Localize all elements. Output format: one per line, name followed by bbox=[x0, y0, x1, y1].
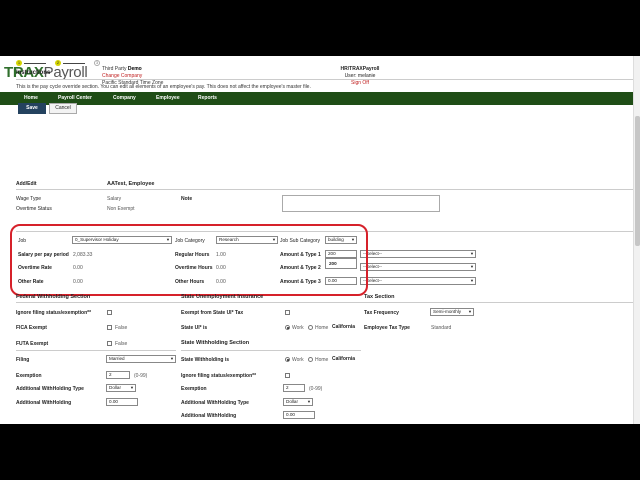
page-scrollbar[interactable] bbox=[633, 56, 640, 424]
futa-label: FUTA Exempt bbox=[16, 341, 49, 347]
federal-addl-type-select[interactable]: Dollar ▼ bbox=[106, 384, 136, 392]
amount-type-2-select[interactable]: --Select-- ▼ bbox=[360, 263, 476, 271]
state-wh-state: California bbox=[332, 356, 356, 362]
state-addl-input[interactable]: 0.00 bbox=[283, 411, 315, 419]
state-addl-label: Additional WithHolding bbox=[181, 413, 237, 419]
state-addl-type-select[interactable]: Dollar ▼ bbox=[283, 398, 313, 406]
filing-select[interactable]: Married ▼ bbox=[106, 355, 176, 363]
step-2-indicator: 2 bbox=[55, 60, 61, 66]
federal-section-title: Federal Withholding Section bbox=[16, 294, 91, 300]
chevron-down-icon: ▼ bbox=[470, 251, 474, 256]
state-exemption-label: Exemption bbox=[181, 386, 207, 392]
tax-frequency-value: Semi-monthly bbox=[433, 309, 462, 314]
federal-ignore-filing-label: Ignore filing status/exemption** bbox=[16, 310, 92, 316]
federal-addl-type-label: Additional WithHolding Type bbox=[16, 386, 84, 392]
federal-addl-type-value: Dollar bbox=[109, 385, 121, 390]
state-withholding-title: State Withholding Section bbox=[181, 340, 250, 346]
cancel-button[interactable]: Cancel bbox=[49, 103, 77, 114]
state-addl-type-label: Additional WithHolding Type bbox=[181, 400, 249, 406]
divider bbox=[16, 79, 640, 80]
futa-value: False bbox=[115, 341, 128, 347]
step-line-1 bbox=[24, 63, 46, 64]
state-addl-type-value: Dollar bbox=[286, 399, 298, 404]
filing-select-value: Married bbox=[109, 356, 125, 361]
fica-label: FICA Exempt bbox=[16, 325, 47, 331]
chevron-down-icon: ▼ bbox=[130, 385, 134, 390]
save-button[interactable]: Save bbox=[18, 103, 46, 114]
state-wh-work-label: Work bbox=[292, 357, 304, 363]
overtime-status-label: Overtime Status bbox=[16, 206, 52, 212]
browser-page: TRAXPayroll Third Party Demo Change Comp… bbox=[0, 56, 640, 424]
state-ui-work-label: Work bbox=[292, 325, 304, 331]
add-edit-label: Add/Edit bbox=[16, 181, 37, 187]
note-label: Note bbox=[181, 196, 193, 202]
fica-value: False bbox=[115, 325, 128, 331]
step-line-2 bbox=[63, 63, 85, 64]
divider bbox=[181, 350, 361, 351]
tax-frequency-select[interactable]: Semi-monthly ▼ bbox=[430, 308, 474, 316]
federal-exemption-label: Exemption bbox=[16, 373, 42, 379]
state-wh-home-label: Home bbox=[315, 357, 329, 363]
futa-checkbox[interactable] bbox=[107, 341, 112, 346]
chevron-down-icon: ▼ bbox=[170, 356, 174, 361]
content-area: 1 2 3 Instructions This is the pay cycle… bbox=[0, 56, 640, 424]
state-ui-state: California bbox=[332, 324, 356, 330]
state-ui-work-radio[interactable] bbox=[285, 325, 290, 330]
state-ignore-filing-checkbox[interactable] bbox=[285, 373, 290, 378]
filing-label: Filing bbox=[16, 357, 30, 363]
employee-tax-type-label: Employee Tax Type bbox=[364, 325, 410, 331]
state-ignore-filing-label: Ignore filing status/exemption** bbox=[181, 373, 257, 379]
employee-name: AATest, Employee bbox=[107, 181, 155, 187]
employee-tax-type-value: Standard bbox=[431, 325, 452, 331]
chevron-down-icon: ▼ bbox=[307, 399, 311, 404]
divider bbox=[16, 189, 640, 190]
scrollbar-thumb[interactable] bbox=[635, 116, 640, 246]
state-exemption-range: (0-99) bbox=[309, 386, 323, 392]
annotation-highlight-circle bbox=[10, 224, 368, 296]
federal-addl-label: Additional WithHolding bbox=[16, 400, 72, 406]
state-ui-exempt-checkbox[interactable] bbox=[285, 310, 290, 315]
overtime-status-value: Non Exempt bbox=[107, 206, 135, 212]
state-wh-home-radio[interactable] bbox=[308, 357, 313, 362]
divider bbox=[16, 350, 176, 351]
state-exemption-input[interactable]: 2 bbox=[283, 384, 305, 392]
state-ui-home-radio[interactable] bbox=[308, 325, 313, 330]
chevron-down-icon: ▼ bbox=[468, 309, 472, 314]
chevron-down-icon: ▼ bbox=[470, 278, 474, 283]
federal-exemption-input[interactable]: 2 bbox=[106, 371, 130, 379]
note-textarea[interactable] bbox=[282, 195, 440, 212]
tax-section-title: Tax Section bbox=[364, 294, 395, 300]
state-wh-is-label: State Withholding is bbox=[181, 357, 230, 363]
state-ui-exempt-label: Exempt from State UI* Tax bbox=[181, 310, 244, 316]
step-3-indicator: 3 bbox=[94, 60, 100, 66]
state-ui-home-label: Home bbox=[315, 325, 329, 331]
fica-checkbox[interactable] bbox=[107, 325, 112, 330]
federal-exemption-range: (0-99) bbox=[134, 373, 148, 379]
tax-frequency-label: Tax Frequency bbox=[364, 310, 399, 316]
chevron-down-icon: ▼ bbox=[470, 264, 474, 269]
wage-type-label: Wage Type bbox=[16, 196, 42, 202]
federal-addl-input[interactable]: 0.00 bbox=[106, 398, 138, 406]
step-1-indicator: 1 bbox=[16, 60, 22, 66]
divider bbox=[16, 302, 640, 303]
federal-ignore-filing-checkbox[interactable] bbox=[107, 310, 112, 315]
state-unemployment-title: State Unemployment Insurance bbox=[181, 294, 264, 300]
instructions-text: This is the pay cycle override section. … bbox=[16, 84, 311, 90]
wage-type-value: Salary bbox=[107, 196, 122, 202]
state-ui-is-label: State UI* is bbox=[181, 325, 208, 331]
state-wh-work-radio[interactable] bbox=[285, 357, 290, 362]
amount-type-3-select[interactable]: --Select-- ▼ bbox=[360, 277, 476, 285]
amount-type-1-select[interactable]: --Select-- ▼ bbox=[360, 250, 476, 258]
instructions-heading: Instructions bbox=[16, 70, 51, 76]
